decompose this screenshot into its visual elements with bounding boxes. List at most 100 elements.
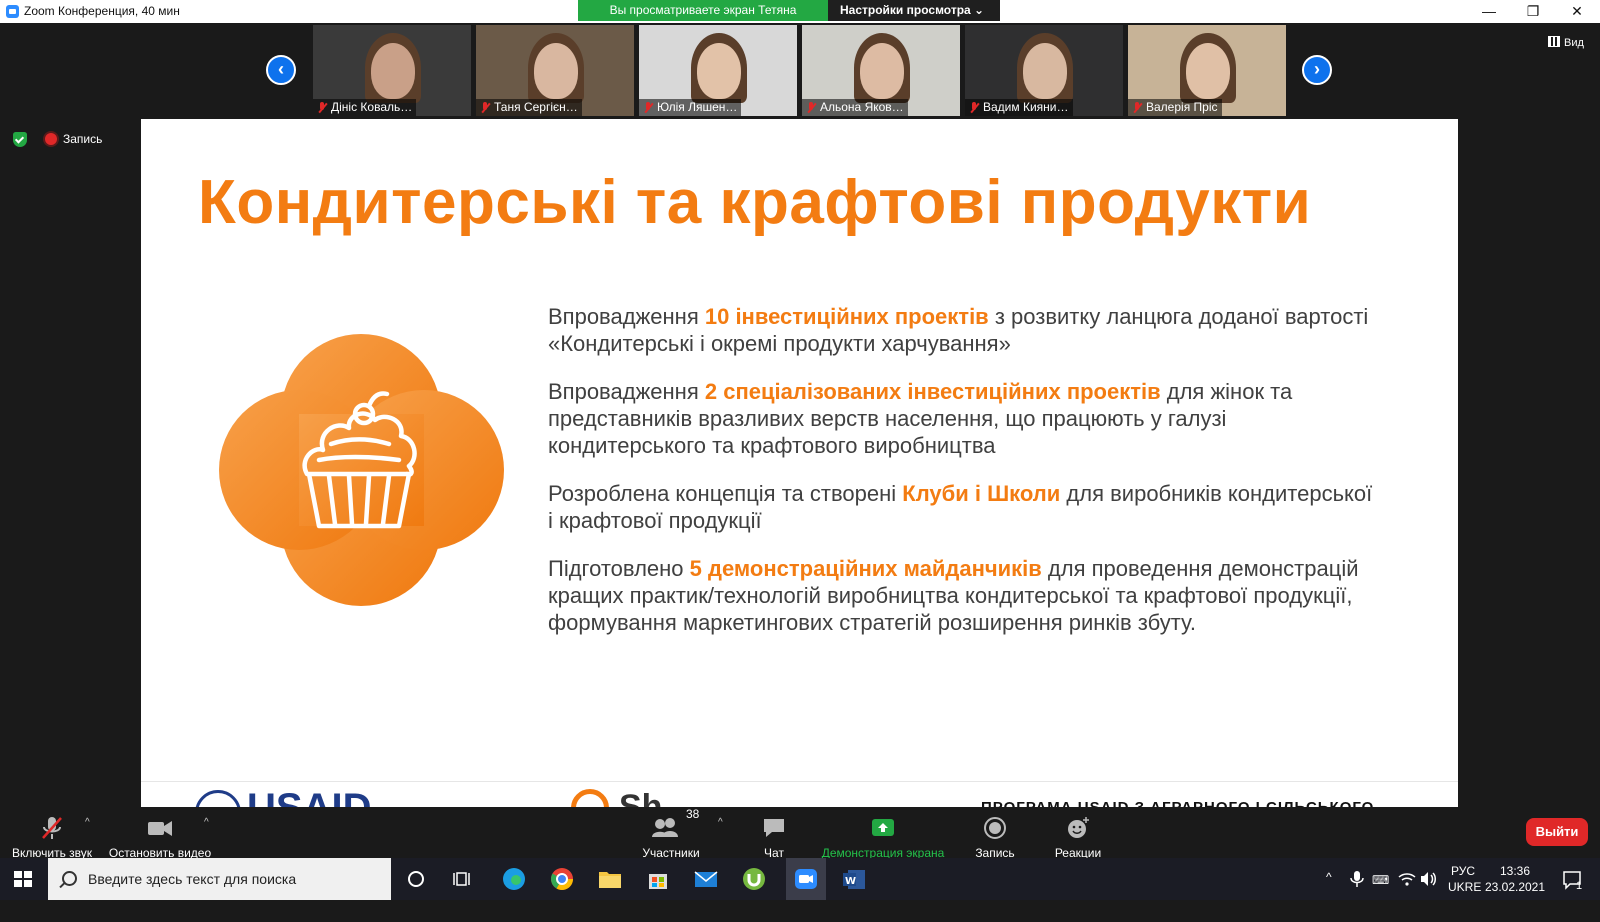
participant-name: Юлія Ляшен… (657, 100, 738, 114)
wifi-icon[interactable] (1398, 871, 1416, 887)
video-camera-icon (148, 821, 172, 836)
recording-indicator[interactable]: Запись (45, 132, 102, 146)
gallery-view-icon (1548, 36, 1560, 47)
participants-count: 38 (686, 807, 700, 821)
zoom-taskbar-icon[interactable] (788, 864, 824, 894)
store-icon[interactable] (640, 864, 676, 894)
participant-video-tile[interactable]: Дініс Коваль… (313, 25, 471, 116)
search-icon (62, 871, 77, 886)
usaid-logo: USAID (195, 788, 371, 807)
bullet-item: Впровадження 10 інвестиційних проектів з… (548, 304, 1369, 356)
restore-button[interactable]: ❐ (1511, 0, 1555, 23)
participant-name: Таня Сергієн… (494, 100, 578, 114)
share-screen-button[interactable]: Демонстрация экрана (818, 807, 948, 860)
chat-icon (764, 819, 784, 837)
smiley-icon (1068, 817, 1089, 838)
close-button[interactable]: ✕ (1555, 0, 1599, 23)
window-title-bar: Zoom Конференция, 40 мин Вы просматривае… (0, 0, 1600, 38)
next-page-button[interactable]: › (1302, 55, 1332, 85)
muted-mic-icon (1132, 102, 1142, 113)
participant-name-label: Таня Сергієн… (476, 99, 582, 116)
participant-face (534, 43, 578, 99)
participant-face (1186, 43, 1230, 99)
muted-mic-icon (806, 102, 816, 113)
partner-logo: Sh (571, 789, 662, 807)
svg-text:W: W (845, 876, 856, 887)
view-button[interactable]: Вид (1548, 36, 1584, 49)
utorrent-icon[interactable] (736, 864, 772, 894)
windows-taskbar: Введите здесь текст для поиска W ^ ⌨ РУС… (0, 858, 1600, 900)
tray-overflow-chevron-icon[interactable]: ^ (1326, 870, 1332, 912)
record-icon (984, 817, 1006, 839)
participant-name-label: Юлія Ляшен… (639, 99, 742, 116)
minimize-button[interactable]: — (1467, 0, 1511, 23)
participant-name: Вадим Кияни… (983, 100, 1069, 114)
cupcake-icon (219, 334, 504, 606)
participant-video-tile[interactable]: Валерія Пріс (1128, 25, 1286, 116)
file-explorer-icon[interactable] (592, 864, 628, 894)
windows-start-icon[interactable] (14, 871, 32, 887)
taskbar-search-input[interactable]: Введите здесь текст для поиска (48, 858, 391, 900)
muted-mic-icon (480, 102, 490, 113)
participant-name-label: Вадим Кияни… (965, 99, 1073, 116)
mail-icon[interactable] (688, 864, 724, 894)
program-name: ПРОГРАМА USAID З АГРАРНОГО І СІЛЬСЬКОГО (981, 799, 1374, 807)
shield-icon[interactable] (13, 132, 27, 147)
audio-options-chevron-icon[interactable]: ^ (85, 817, 90, 828)
participant-face (860, 43, 904, 99)
svg-text:⌨: ⌨ (1372, 873, 1389, 887)
participant-name: Валерія Пріс (1146, 100, 1218, 114)
chat-button[interactable]: Чат (752, 807, 796, 860)
zoom-app-icon (6, 5, 19, 18)
record-button[interactable]: Запись (970, 807, 1020, 860)
share-banner-text: Вы просматриваете экран Тетяна Монке (578, 0, 828, 38)
muted-mic-icon (42, 817, 62, 839)
speaker-icon[interactable] (1420, 871, 1438, 887)
window-title: Zoom Конференция, 40 мин (24, 4, 180, 18)
taskbar-clock[interactable]: 13:36 23.02.2021 (1484, 863, 1546, 905)
bullet-item: Підготовлено 5 демонстраційних майданчик… (548, 556, 1359, 635)
partner-logo-icon (571, 789, 609, 807)
participants-options-chevron-icon[interactable]: ^ (718, 817, 723, 828)
microphone-tray-icon[interactable] (1350, 871, 1364, 887)
reactions-button[interactable]: Реакции (1050, 807, 1106, 860)
participant-video-tile[interactable]: Таня Сергієн… (476, 25, 634, 116)
participant-video-tile[interactable]: Юлія Ляшен… (639, 25, 797, 116)
prev-page-button[interactable]: ‹ (266, 55, 296, 85)
participant-name-label: Дініс Коваль… (313, 99, 417, 116)
participant-name: Альона Яков… (820, 100, 904, 114)
participant-face (697, 43, 741, 99)
view-settings-menu[interactable]: Настройки просмотра ⌄ (828, 0, 1000, 21)
bullet-list: Впровадження 10 інвестиційних проектів з… (548, 303, 1378, 657)
muted-mic-icon (969, 102, 979, 113)
unmute-button[interactable]: Включить звук (8, 807, 96, 860)
recording-label: Запись (63, 132, 103, 146)
chrome-browser-icon[interactable] (544, 864, 580, 894)
meeting-toolbar: Включить звук ^ Остановить видео ^ Участ… (0, 807, 1600, 860)
input-method-icon[interactable]: ⌨ (1372, 871, 1390, 887)
keyboard-language-indicator[interactable]: РУС UKRE (1448, 863, 1481, 905)
muted-mic-icon (317, 102, 327, 113)
leave-meeting-button[interactable]: Выйти (1526, 818, 1588, 846)
video-strip (0, 23, 1600, 118)
shared-slide: Кондитерські та крафтові продукти Впрова… (141, 119, 1458, 807)
participant-face (371, 43, 415, 99)
participant-video-tile[interactable]: Альона Яков… (802, 25, 960, 116)
participant-face (1023, 43, 1067, 99)
participant-name-label: Альона Яков… (802, 99, 908, 116)
share-screen-icon (872, 819, 894, 836)
bullet-item: Розроблена концепція та створені Клуби і… (548, 481, 1373, 533)
word-icon[interactable]: W (836, 864, 872, 894)
participant-name: Дініс Коваль… (331, 100, 413, 114)
record-dot-icon (45, 133, 57, 145)
footer-divider (141, 781, 1458, 782)
stop-video-button[interactable]: Остановить видео (108, 807, 212, 860)
video-options-chevron-icon[interactable]: ^ (204, 817, 209, 828)
muted-mic-icon (643, 102, 653, 113)
task-view-icon[interactable] (446, 864, 482, 894)
participants-icon (652, 818, 678, 837)
slide-title: Кондитерські та крафтові продукти (198, 168, 1312, 237)
cortana-icon[interactable] (398, 864, 434, 894)
edge-browser-icon[interactable] (496, 864, 532, 894)
participant-video-tile[interactable]: Вадим Кияни… (965, 25, 1123, 116)
